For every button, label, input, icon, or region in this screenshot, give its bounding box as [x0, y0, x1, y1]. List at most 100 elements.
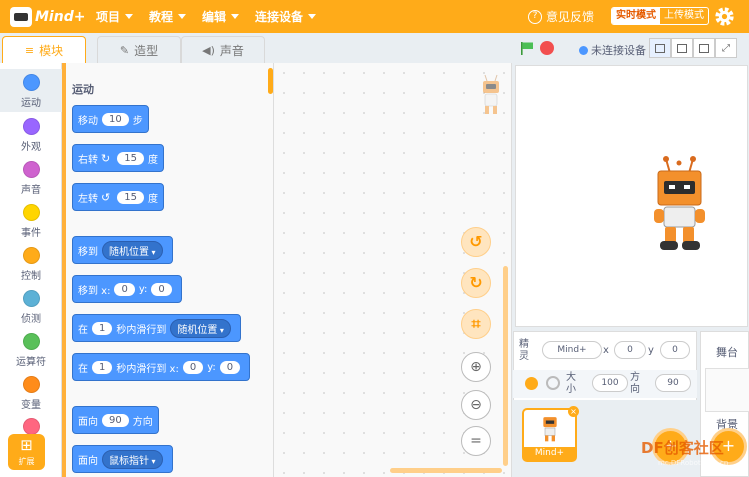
tab-blocks[interactable]: ≡ 模块	[2, 36, 86, 63]
category-sensing[interactable]: 侦测	[0, 285, 62, 328]
sprite-card[interactable]: × Mind+	[522, 406, 579, 462]
block-point-direction[interactable]: 面向 90 方向	[72, 406, 159, 434]
block-input[interactable]: 0	[182, 360, 204, 374]
y-label: y	[648, 345, 654, 356]
sprite-thumbnail	[543, 417, 557, 442]
menu-edit-label: 编辑	[202, 10, 227, 24]
menu-connect-device[interactable]: 连接设备	[255, 8, 317, 25]
block-input[interactable]: 15	[117, 151, 144, 165]
realtime-mode-button[interactable]: 实时模式	[612, 8, 660, 24]
stage-canvas[interactable]	[515, 65, 748, 327]
category-label: 运算符	[16, 357, 46, 368]
workspace-vertical-scrollbar[interactable]	[503, 266, 508, 466]
category-dot	[22, 290, 40, 307]
chevron-down-icon	[308, 14, 317, 19]
menu-tutorial-label: 教程	[149, 10, 174, 24]
menu-tutorial[interactable]: 教程	[149, 8, 187, 25]
category-dot	[22, 118, 40, 135]
block-input[interactable]: 10	[102, 112, 129, 126]
category-sound[interactable]: 声音	[0, 156, 62, 199]
rotate-counterclockwise-icon: ↺	[101, 190, 111, 204]
block-point-towards[interactable]: 面向 鼠标指针	[72, 445, 173, 473]
tab-blocks-label: 模块	[39, 43, 64, 58]
zoom-out-button[interactable]: ⊖	[461, 390, 491, 420]
block-input[interactable]: 0	[114, 282, 135, 296]
menu-edit[interactable]: 编辑	[202, 8, 240, 25]
block-turn-right[interactable]: 右转 ↻ 15 度	[72, 144, 164, 172]
tab-sounds[interactable]: ◀) 声音	[181, 36, 265, 63]
stage-thumbnail[interactable]	[705, 368, 749, 412]
undo-button[interactable]: ↺	[461, 227, 491, 257]
size-input[interactable]: 100	[592, 374, 628, 392]
small-stage-icon	[655, 43, 665, 53]
category-variables[interactable]: 变量	[0, 371, 62, 414]
crop-icon: ⌗	[471, 314, 481, 333]
block-glide-xy[interactable]: 在 1 秒内滑行到 x: 0 y: 0	[72, 353, 251, 381]
block-input[interactable]: 90	[102, 413, 129, 427]
category-dot	[22, 74, 40, 91]
zoom-reset-button[interactable]: =	[461, 426, 491, 456]
block-glide-random[interactable]: 在 1 秒内滑行到 随机位置	[72, 314, 241, 342]
block-text: y:	[207, 361, 216, 373]
menu-project[interactable]: 项目	[96, 8, 134, 25]
zoom-out-icon: ⊖	[470, 397, 482, 413]
feedback-link[interactable]: ? 意见反馈	[528, 8, 594, 25]
block-input[interactable]: 1	[92, 321, 113, 335]
category-events[interactable]: 事件	[0, 199, 62, 242]
block-input[interactable]: 15	[117, 190, 144, 204]
direction-input[interactable]: 90	[655, 374, 691, 392]
mindplus-logo[interactable]: Mind+	[10, 6, 88, 28]
stop-icon[interactable]	[540, 41, 554, 55]
tab-sounds-label: 声音	[219, 43, 244, 58]
category-looks[interactable]: 外观	[0, 113, 62, 156]
category-label: 事件	[21, 228, 41, 239]
redo-button[interactable]: ↻	[461, 268, 491, 298]
stage-view-buttons: ⤢	[649, 38, 737, 58]
x-label: x	[603, 345, 609, 356]
show-eye-icon[interactable]	[525, 377, 538, 390]
sprite-watermark-icon	[483, 74, 499, 114]
tab-costumes[interactable]: ✎ 造型	[97, 36, 181, 63]
block-dropdown[interactable]: 鼠标指针	[102, 449, 163, 469]
mind-plus-robot-sprite[interactable]	[652, 155, 707, 253]
category-control[interactable]: 控制	[0, 242, 62, 285]
block-turn-left[interactable]: 左转 ↺ 15 度	[72, 183, 164, 211]
device-status[interactable]: 未连接设备	[579, 42, 646, 58]
palette-scrollbar[interactable]	[268, 68, 273, 94]
delete-sprite-icon[interactable]: ×	[568, 406, 579, 417]
workspace-horizontal-scrollbar[interactable]	[390, 468, 502, 473]
block-text: 秒内滑行到	[116, 324, 167, 336]
block-input[interactable]: 1	[92, 360, 113, 374]
extension-button[interactable]: ⊞ 扩展	[8, 434, 45, 470]
category-motion[interactable]: 运动	[0, 69, 62, 112]
block-goto-xy[interactable]: 移到 x: 0 y: 0	[72, 275, 182, 303]
block-move-steps[interactable]: 移动 10 步	[72, 105, 149, 133]
green-flag-icon[interactable]	[520, 41, 534, 55]
category-label: 变量	[21, 400, 41, 411]
category-operators[interactable]: 运算符	[0, 328, 62, 371]
y-input[interactable]: 0	[660, 341, 690, 359]
tab-costumes-label: 造型	[134, 43, 159, 58]
block-text: 移到 x:	[78, 285, 111, 297]
small-stage-button[interactable]	[649, 38, 671, 58]
normal-stage-button[interactable]	[671, 38, 693, 58]
block-input[interactable]: 0	[219, 360, 241, 374]
upload-mode-button[interactable]: 上传模式	[660, 8, 708, 24]
sprite-name-input[interactable]: Mind+	[542, 341, 602, 359]
extension-label: 扩展	[18, 457, 35, 466]
x-input[interactable]: 0	[614, 341, 646, 359]
hide-eye-icon[interactable]	[546, 376, 560, 390]
watermark-text: DF创客社区	[641, 439, 724, 457]
crop-button[interactable]: ⌗	[461, 309, 491, 339]
gear-icon[interactable]	[714, 6, 735, 27]
block-input[interactable]: 0	[151, 282, 172, 296]
watermark-subtext: mc.DFRobot.com.cn	[658, 459, 729, 467]
block-goto-random[interactable]: 移到 随机位置	[72, 236, 173, 264]
sprite-label-text: 精灵	[519, 339, 529, 362]
zoom-in-button[interactable]: ⊕	[461, 352, 491, 382]
fullscreen-button[interactable]: ⤢	[715, 38, 737, 58]
category-menu: 运动 外观 声音 事件 控制 侦测 运算符 变量 ⊞ 扩展	[0, 63, 62, 477]
hide-stage-button[interactable]	[693, 38, 715, 58]
block-dropdown[interactable]: 随机位置	[170, 318, 231, 338]
block-dropdown[interactable]: 随机位置	[102, 240, 163, 260]
